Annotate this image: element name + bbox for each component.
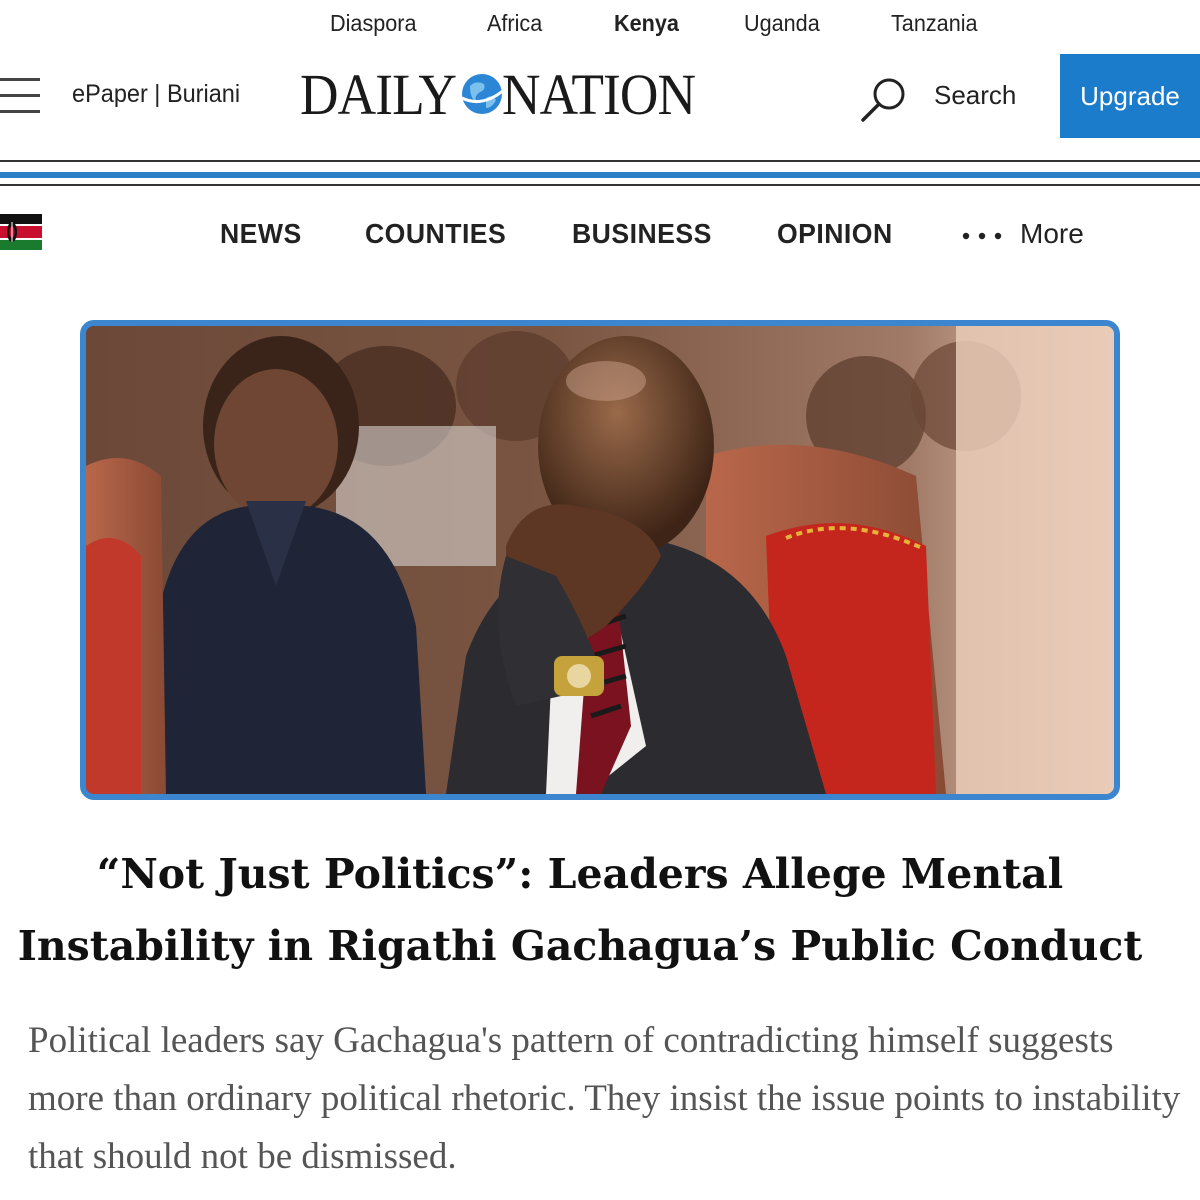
region-link-uganda[interactable]: Uganda bbox=[744, 10, 820, 37]
search-label[interactable]: Search bbox=[934, 80, 1016, 111]
nav-item-business[interactable]: BUSINESS bbox=[572, 218, 712, 250]
nav-item-news[interactable]: NEWS bbox=[220, 218, 302, 250]
nav-item-opinion[interactable]: OPINION bbox=[777, 218, 893, 250]
hero-photo bbox=[86, 326, 1114, 794]
region-link-diaspora[interactable]: Diaspora bbox=[330, 10, 417, 37]
headline-line-1: “Not Just Politics”: Leaders Allege Ment… bbox=[96, 850, 1064, 898]
region-link-tanzania[interactable]: Tanzania bbox=[891, 10, 978, 37]
region-nav: Diaspora Africa Kenya Uganda Tanzania bbox=[0, 0, 1200, 44]
region-link-africa[interactable]: Africa bbox=[487, 10, 542, 37]
divider-accent bbox=[0, 172, 1200, 178]
logo-text-daily: DAILY bbox=[300, 61, 457, 127]
more-dots-icon[interactable] bbox=[960, 232, 1014, 240]
nav-item-counties[interactable]: COUNTIES bbox=[365, 218, 506, 250]
divider bbox=[0, 184, 1200, 186]
upgrade-button[interactable]: Upgrade bbox=[1060, 54, 1200, 138]
article-headline: “Not Just Politics”: Leaders Allege Ment… bbox=[0, 838, 1160, 982]
globe-icon bbox=[460, 74, 505, 114]
article-summary: Political leaders say Gachagua's pattern… bbox=[28, 1020, 1181, 1177]
article-hero-image bbox=[80, 320, 1120, 800]
nav-more-button[interactable]: More bbox=[1020, 218, 1084, 250]
region-link-kenya[interactable]: Kenya bbox=[614, 10, 679, 37]
kenya-flag-icon bbox=[0, 214, 42, 250]
divider bbox=[0, 160, 1200, 162]
hamburger-menu-icon[interactable] bbox=[0, 76, 40, 116]
epaper-link[interactable]: ePaper | Buriani bbox=[72, 80, 240, 109]
logo-text-nation: NATION bbox=[501, 61, 696, 127]
headline-line-2: Instability in Rigathi Gachagua’s Public… bbox=[17, 922, 1143, 970]
site-logo[interactable]: DAILY NATION bbox=[300, 62, 711, 127]
search-icon[interactable] bbox=[858, 74, 910, 126]
